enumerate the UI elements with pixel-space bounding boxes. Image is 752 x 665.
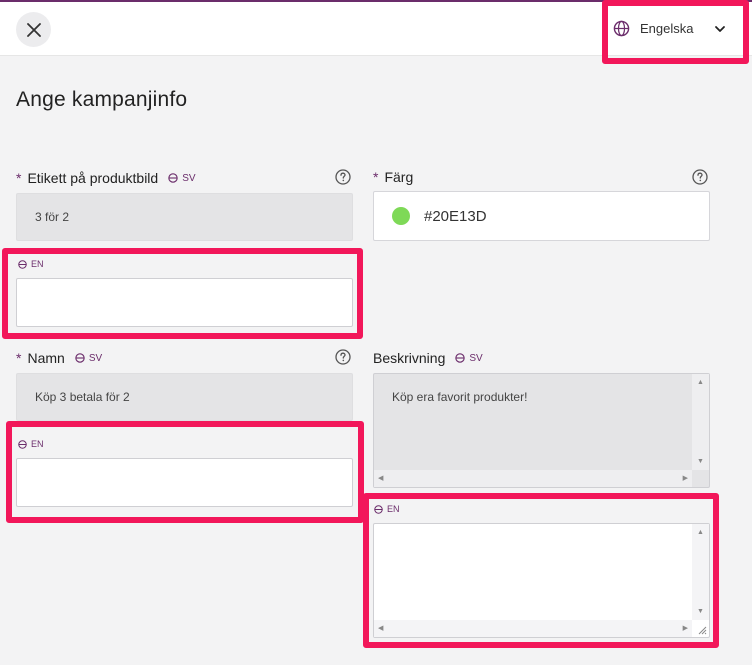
resize-grip-icon[interactable]	[697, 625, 707, 635]
product-label-label: * Etikett på produktbild SV	[16, 170, 196, 186]
scroll-right-icon[interactable]: ▶	[683, 625, 688, 632]
description-label: Beskrivning SV	[373, 350, 483, 366]
color-value: #20E13D	[424, 207, 487, 225]
description-source-text: Köp era favorit produkter!	[392, 390, 528, 404]
language-label: Engelska	[640, 21, 694, 36]
globe-icon	[374, 504, 383, 514]
product-label-target-lang-tag: EN	[18, 259, 44, 269]
scroll-down-icon[interactable]: ▼	[697, 608, 704, 615]
globe-icon	[168, 173, 178, 183]
close-icon	[26, 22, 41, 37]
help-icon[interactable]	[335, 169, 351, 185]
scroll-left-icon[interactable]: ◀	[378, 625, 383, 632]
vertical-scrollbar[interactable]: ▲ ▼	[692, 524, 709, 620]
globe-icon	[75, 353, 85, 363]
help-icon[interactable]	[692, 169, 708, 185]
color-swatch[interactable]	[392, 207, 410, 225]
help-icon[interactable]	[335, 349, 351, 365]
required-mark: *	[16, 170, 22, 186]
name-en-input[interactable]	[16, 458, 353, 507]
globe-icon	[613, 20, 630, 37]
scroll-up-icon[interactable]: ▲	[697, 379, 704, 386]
scroll-left-icon[interactable]: ◀	[378, 475, 383, 482]
horizontal-scrollbar[interactable]: ◀ ▶	[374, 620, 692, 637]
top-bar: Engelska	[0, 0, 752, 56]
description-target-lang-tag: EN	[374, 504, 400, 514]
description-source-textarea: Köp era favorit produkter! ▲ ▼ ◀ ▶	[373, 373, 710, 488]
name-label: * Namn SV	[16, 350, 102, 366]
scroll-down-icon[interactable]: ▼	[697, 458, 704, 465]
product-label-source-field: 3 för 2	[16, 193, 353, 241]
color-title: Färg	[384, 169, 414, 185]
name-target-lang-tag: EN	[18, 439, 44, 449]
close-button[interactable]	[16, 12, 51, 47]
required-mark: *	[16, 350, 22, 366]
name-title: Namn	[27, 350, 65, 366]
language-select[interactable]: Engelska	[606, 10, 742, 48]
source-lang-tag: SV	[455, 353, 483, 364]
chevron-down-icon	[715, 26, 725, 32]
name-source-field: Köp 3 betala för 2	[16, 373, 353, 421]
required-mark: *	[373, 169, 379, 185]
page-title: Ange kampanjinfo	[16, 88, 188, 111]
description-title: Beskrivning	[373, 350, 446, 366]
vertical-scrollbar[interactable]: ▲ ▼	[692, 374, 709, 470]
globe-icon	[18, 439, 27, 449]
source-lang-tag: SV	[168, 173, 196, 184]
scroll-up-icon[interactable]: ▲	[697, 529, 704, 536]
scroll-right-icon[interactable]: ▶	[683, 475, 688, 482]
source-lang-tag: SV	[75, 353, 102, 364]
color-field[interactable]: #20E13D	[373, 191, 710, 241]
product-label-title: Etikett på produktbild	[27, 170, 159, 186]
product-label-en-input[interactable]	[16, 278, 353, 327]
color-label: * Färg	[373, 169, 413, 185]
description-en-textarea[interactable]: ▲ ▼ ◀ ▶	[373, 523, 710, 638]
globe-icon	[18, 259, 27, 269]
globe-icon	[455, 353, 466, 363]
horizontal-scrollbar[interactable]: ◀ ▶	[374, 470, 692, 487]
